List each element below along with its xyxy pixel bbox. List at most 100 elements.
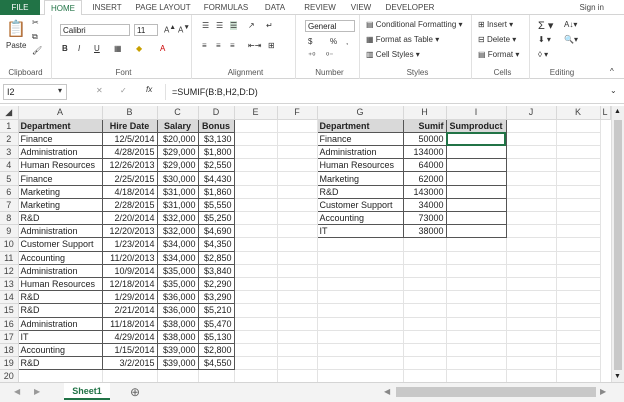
cell-k[interactable] (506, 290, 557, 305)
column-header[interactable]: E (234, 106, 278, 120)
cell-b[interactable]: 4/28/2015 (101, 145, 158, 160)
cell-a[interactable]: Administration (17, 263, 103, 278)
cell-i[interactable]: Sumif (402, 118, 447, 133)
format-cells-button[interactable]: ▤ Format ▾ (478, 50, 519, 59)
row-header[interactable]: 8 (0, 211, 19, 226)
cell-e[interactable] (234, 224, 278, 239)
enter-icon[interactable]: ✓ (120, 86, 127, 95)
cell-l[interactable] (556, 198, 601, 213)
cell-j[interactable] (446, 290, 507, 305)
cell-a[interactable]: Department (17, 118, 103, 133)
cell-l[interactable] (556, 145, 601, 160)
cell-h[interactable]: Marketing (316, 171, 404, 186)
cell-d[interactable]: $2,290 (197, 276, 235, 292)
cell-d[interactable]: $5,470 (197, 316, 235, 331)
row-header[interactable]: 12 (0, 264, 19, 278)
wrap-text-icon[interactable]: ↵ (266, 21, 273, 30)
fill-color-icon[interactable]: ◆ (136, 44, 142, 53)
cell-l[interactable] (556, 185, 601, 199)
cell-h[interactable]: Department (316, 118, 404, 133)
cell-c[interactable]: $38,000 (156, 329, 199, 344)
align-bottom-icon[interactable]: ☰ (230, 21, 238, 30)
cell-c[interactable]: $34,000 (156, 250, 199, 265)
cell-j[interactable] (446, 356, 507, 371)
align-right-icon[interactable]: ≡ (230, 41, 235, 50)
cell-f[interactable] (277, 330, 318, 344)
cell-d[interactable]: $4,350 (197, 237, 235, 252)
row-header[interactable]: 17 (0, 330, 19, 344)
clear-icon[interactable]: ◊ ▾ (538, 50, 548, 59)
cell-i[interactable]: 50000 (402, 131, 447, 147)
row-header[interactable]: 5 (0, 171, 19, 186)
align-center-icon[interactable]: ≡ (216, 41, 221, 50)
cell-k[interactable] (506, 330, 557, 344)
next-sheet-icon[interactable]: ▶ (34, 387, 40, 396)
cell-d[interactable]: $3,290 (197, 290, 235, 305)
cell-e[interactable] (234, 198, 278, 213)
column-header[interactable]: B (102, 106, 158, 120)
cell-j[interactable] (445, 197, 507, 213)
format-as-table-button[interactable]: ▦ Format as Table ▾ (366, 35, 439, 44)
cell-a[interactable]: R&D (17, 210, 103, 226)
collapse-ribbon-icon[interactable]: ^ (610, 67, 614, 76)
insert-function-button[interactable]: fx (146, 85, 152, 94)
tab-data[interactable]: DATA (258, 0, 292, 15)
cell-l[interactable] (556, 211, 601, 226)
cell-c[interactable] (157, 369, 199, 384)
cell-l[interactable] (556, 303, 601, 318)
cell-h[interactable] (317, 369, 404, 384)
cell-i[interactable]: 134000 (402, 145, 447, 160)
vertical-scrollbar[interactable]: ▲ ▼ (611, 106, 624, 382)
cell-a[interactable]: Human Resources (17, 276, 103, 292)
cell-j[interactable] (445, 184, 507, 199)
cell-e[interactable] (234, 132, 278, 147)
cell-i[interactable] (403, 369, 447, 384)
sort-filter-icon[interactable]: A↓▾ (564, 20, 577, 29)
tab-page-layout[interactable]: PAGE LAYOUT (134, 0, 192, 15)
cell-a[interactable]: Marketing (17, 184, 103, 199)
cell-b[interactable]: 3/2/2015 (101, 356, 158, 371)
cell-i[interactable] (403, 356, 447, 371)
cell-b[interactable]: 10/9/2014 (101, 263, 158, 278)
cell-l[interactable] (556, 119, 601, 133)
cell-j[interactable] (446, 237, 507, 252)
cell-l[interactable] (556, 132, 601, 147)
cell-f[interactable] (277, 224, 318, 239)
cell-h[interactable] (317, 290, 404, 305)
column-header[interactable]: J (506, 106, 557, 120)
font-color-icon[interactable]: A (160, 44, 165, 53)
cell-k[interactable] (506, 237, 557, 252)
cell-j[interactable] (445, 158, 507, 173)
cell-c[interactable]: Salary (156, 118, 199, 133)
grow-font-icon[interactable]: A▲ (164, 24, 176, 35)
cell-c[interactable]: $31,000 (156, 184, 199, 199)
cell-c[interactable]: $36,000 (156, 290, 199, 305)
cell-e[interactable] (234, 317, 278, 331)
cell-b[interactable]: 4/18/2014 (101, 184, 158, 199)
cell-e[interactable] (234, 251, 278, 265)
row-header[interactable]: 19 (0, 356, 19, 371)
cell-j[interactable] (446, 277, 507, 292)
tab-formulas[interactable]: FORMULAS (202, 0, 250, 15)
bold-button[interactable]: B (62, 44, 68, 53)
cell-c[interactable]: $35,000 (156, 263, 199, 278)
cell-e[interactable] (234, 171, 278, 186)
cell-j[interactable] (445, 224, 507, 239)
row-header[interactable]: 4 (0, 158, 19, 173)
row-header[interactable]: 13 (0, 277, 19, 292)
cell-k[interactable] (506, 277, 557, 292)
cell-f[interactable] (277, 185, 318, 199)
tab-file[interactable]: FILE (0, 0, 40, 15)
cell-l[interactable] (556, 158, 601, 173)
cell-h[interactable] (317, 251, 404, 265)
cell-a[interactable]: R&D (17, 356, 103, 371)
cancel-icon[interactable]: ✕ (96, 86, 103, 95)
row-header[interactable]: 1 (0, 119, 19, 133)
column-header[interactable]: G (317, 106, 404, 120)
cell-d[interactable]: $5,210 (197, 303, 235, 318)
italic-button[interactable]: I (78, 44, 80, 53)
cell-k[interactable] (506, 119, 557, 133)
row-header[interactable]: 11 (0, 251, 19, 265)
cell-e[interactable] (234, 290, 278, 305)
cell-l[interactable] (556, 343, 601, 358)
